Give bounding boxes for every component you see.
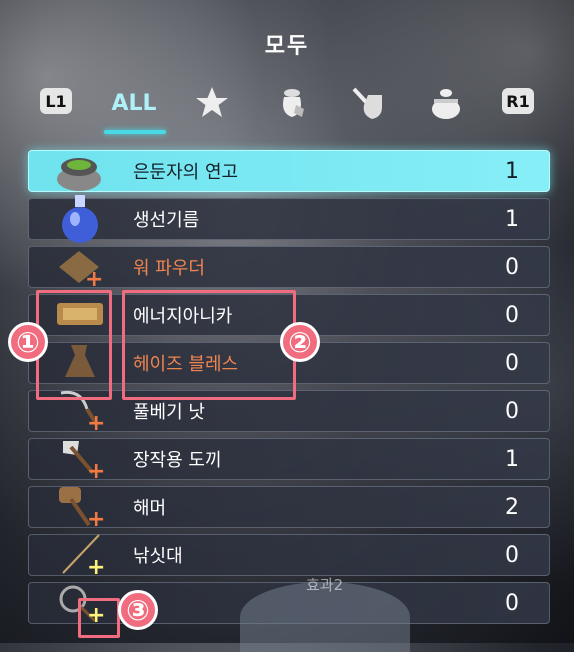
- item-count: 1: [505, 446, 519, 472]
- active-tab-indicator: [104, 130, 166, 134]
- category-tabs: ALL: [0, 80, 574, 130]
- annotation-box-3: [78, 598, 120, 638]
- list-item[interactable]: + 해머 2: [28, 486, 550, 532]
- list-item[interactable]: 생선기름 1: [28, 195, 550, 243]
- item-name: 생선기름: [133, 210, 200, 231]
- sword-shield-icon: [352, 87, 382, 119]
- fish-oil-bottle-icon: [62, 195, 98, 243]
- list-item[interactable]: + 워 파우더 0: [28, 246, 550, 292]
- annotation-badge-1: ①: [8, 322, 48, 362]
- page-title: 모두: [264, 34, 310, 59]
- annotation-box-2: [122, 290, 296, 400]
- pot-icon: [432, 89, 460, 119]
- tab-crafting[interactable]: [424, 80, 468, 126]
- item-count: 0: [505, 302, 519, 328]
- annotation-badge-3: ③: [118, 590, 158, 630]
- list-item[interactable]: + 장작용 도끼 1: [28, 438, 550, 484]
- star-icon: [196, 87, 228, 117]
- item-name: 워 파우더: [133, 258, 205, 279]
- item-name: 낚싯대: [133, 546, 183, 567]
- item-count: 0: [505, 590, 519, 616]
- tab-items[interactable]: [270, 80, 314, 126]
- item-name: 은둔자의 연고: [133, 162, 239, 183]
- item-name: 해머: [133, 498, 167, 519]
- item-count: 2: [505, 494, 519, 520]
- tab-equipment[interactable]: [344, 80, 392, 126]
- ointment-jar-icon: [57, 158, 101, 191]
- list-item[interactable]: + 낚싯대 0: [28, 534, 550, 580]
- annotation-badge-2: ②: [280, 322, 320, 362]
- item-count: 1: [505, 206, 519, 232]
- item-name: 풀베기 낫: [133, 402, 205, 423]
- list-item[interactable]: 은둔자의 연고 1: [28, 150, 550, 192]
- item-count: 0: [505, 350, 519, 376]
- item-name: 장작용 도끼: [133, 450, 222, 471]
- item-count: 0: [505, 398, 519, 424]
- item-count: 0: [505, 542, 519, 568]
- tab-all[interactable]: ALL: [104, 80, 164, 126]
- tab-favorites[interactable]: [190, 80, 234, 126]
- item-count: 1: [505, 158, 519, 184]
- item-count: 0: [505, 254, 519, 280]
- effect-label: 효과2: [306, 576, 344, 594]
- pouch-icon: [283, 89, 304, 117]
